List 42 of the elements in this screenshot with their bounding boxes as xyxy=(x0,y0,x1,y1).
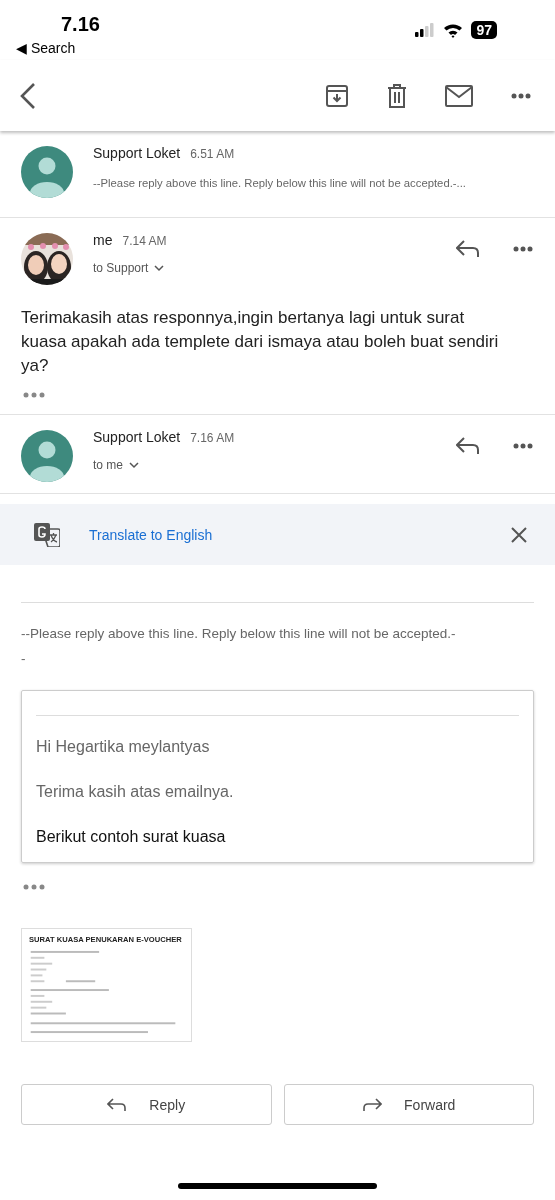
reply-button[interactable]: Reply xyxy=(21,1084,272,1125)
forward-icon xyxy=(362,1097,383,1112)
close-icon[interactable] xyxy=(511,526,527,543)
sender-name: Support Loket xyxy=(93,145,181,161)
show-trimmed-icon[interactable] xyxy=(23,392,45,398)
back-icon[interactable] xyxy=(20,81,36,110)
more-icon[interactable] xyxy=(513,246,533,252)
reply-icon xyxy=(107,1097,128,1112)
more-icon[interactable] xyxy=(513,443,533,449)
battery-indicator: 97 xyxy=(471,21,497,39)
signal-icon xyxy=(415,23,436,37)
avatar-icon xyxy=(21,146,73,198)
wifi-icon xyxy=(443,22,464,38)
message-snippet: --Please reply above this line. Reply below this line will not be accepted.-... xyxy=(93,177,467,189)
caret-icon xyxy=(129,461,139,469)
message-time: 7.16 AM xyxy=(190,431,235,445)
translate-link[interactable]: Translate to English xyxy=(89,526,511,543)
show-trimmed-icon[interactable] xyxy=(23,884,45,890)
more-icon[interactable] xyxy=(511,92,531,99)
avatar-icon xyxy=(21,430,73,482)
forward-button[interactable]: Forward xyxy=(283,1084,534,1125)
back-link[interactable]: ◀ Search xyxy=(16,39,100,57)
email-text: Berikut contoh surat kuasa xyxy=(36,827,226,847)
reply-icon[interactable] xyxy=(456,437,480,455)
reply-icon[interactable] xyxy=(456,240,480,258)
translate-icon xyxy=(34,522,60,547)
message-time: 7.14 AM xyxy=(122,234,167,248)
clock-time: 7.16 xyxy=(61,12,100,36)
archive-icon[interactable] xyxy=(325,83,349,108)
recipient-toggle[interactable]: to me xyxy=(93,458,139,472)
sender-name: Support Loket xyxy=(93,429,181,445)
message-time: 6.51 AM xyxy=(190,147,235,161)
email-text: Hi Hegartika meylantyas xyxy=(36,737,210,757)
email-text: Terima kasih atas emailnya. xyxy=(36,782,234,802)
sender-name: me xyxy=(93,232,113,248)
mail-icon[interactable] xyxy=(445,84,473,107)
email-text: --Please reply above this line. Reply below this line will not be accepted.- xyxy=(21,625,456,643)
recipient-toggle[interactable]: to Support xyxy=(93,261,165,275)
email-text: - xyxy=(21,650,26,668)
caret-icon xyxy=(154,264,165,272)
trash-icon[interactable] xyxy=(387,83,407,108)
message-body: Terimakasih atas responnya,ingin bertanya lagi untuk surat kuasa apakah ada templete dari ismaya atau boleh buat sendiri ya? xyxy=(21,307,500,377)
